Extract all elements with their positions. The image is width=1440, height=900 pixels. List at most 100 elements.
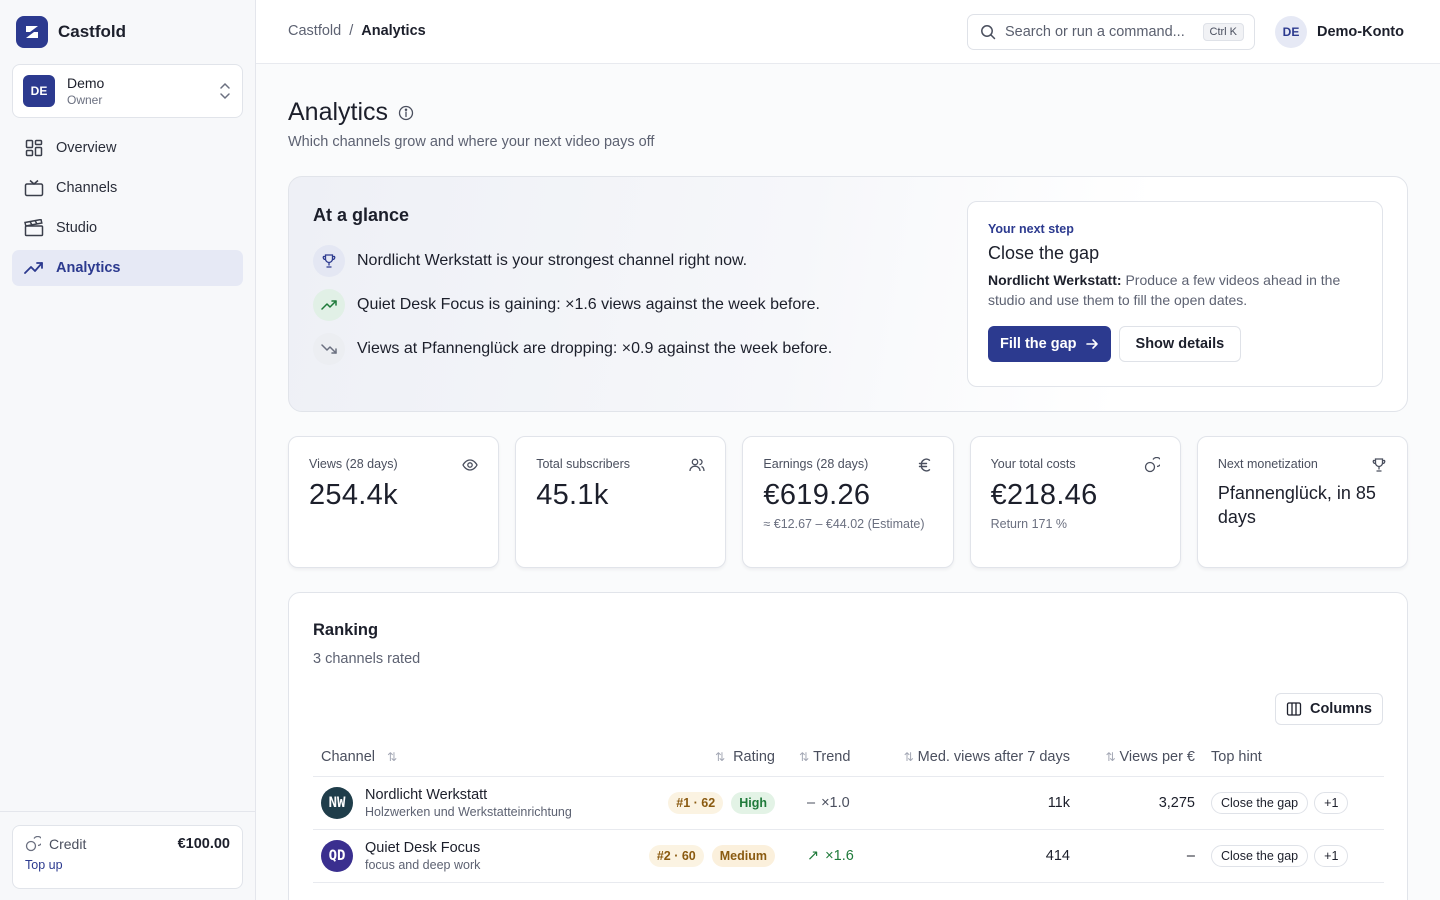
trending-down-icon [313,333,345,365]
table-row[interactable]: NW Nordlicht Werkstatt Holzwerken und We… [313,777,1384,830]
channel-avatar: NW [321,787,353,819]
search-placeholder: Search or run a command... [1005,24,1185,40]
column-header-views-per-euro[interactable]: ⇅ Views per € [1070,749,1195,765]
sidebar-item-label: Analytics [56,260,121,276]
stat-card-views: Views (28 days) 254.4k [288,436,500,568]
show-details-button[interactable]: Show details [1118,326,1242,362]
page-title-text: Analytics [288,98,389,126]
sort-icon: ⇅ [903,749,914,764]
clapperboard-icon [24,218,44,238]
glance-title: At a glance [313,205,410,225]
sidebar-item-label: Studio [56,220,98,236]
stat-card-monetization: Next monetization Pfannenglück, in 85 da… [1196,436,1409,568]
workspace-name: Demo [67,75,105,91]
more-hints-badge[interactable]: +1 [1314,845,1349,867]
tv-icon [24,178,44,198]
glance-item: Nordlicht Werkstatt is your strongest ch… [313,245,832,277]
header-label: Trend [813,748,851,765]
med-views-value: 414 [1045,848,1070,864]
breadcrumb-separator: / [349,23,354,39]
search-icon [981,25,996,40]
stat-card-subscribers: Total subscribers 45.1k [515,436,727,568]
channel-avatar: QD [321,840,353,872]
app-name: Castfold [58,22,126,41]
main-nav: Overview Channels Studio Analytics [12,130,243,290]
header-label: Channel [321,748,376,765]
sidebar-item-overview[interactable]: Overview [12,130,243,166]
credit-card: Credit €100.00 Top up [12,825,243,889]
credit-section: Credit €100.00 Top up [0,811,256,900]
column-header-channel[interactable]: Channel ⇅ [313,749,623,765]
rating-badge: Medium [711,845,775,867]
sidebar-item-label: Channels [56,180,118,196]
glance-item: Quiet Desk Focus is gaining: ×1.6 views … [313,289,832,321]
account-menu[interactable]: DE Demo-Konto [1275,16,1404,48]
trend-value: – ×1.0 [807,795,870,811]
account-name: Demo-Konto [1317,24,1404,40]
breadcrumb: Castfold / Analytics [288,23,426,39]
sidebar-item-studio[interactable]: Studio [12,210,243,246]
trophy-icon [1372,458,1386,472]
table-header: Channel ⇅ ⇅ Rating ⇅ Trend ⇅ Med. views afte… [313,737,1384,777]
chevrons-up-down-icon [220,82,230,100]
sidebar: Castfold DE Demo Owner Overview Channels… [0,0,256,900]
next-step-title: Close the gap [988,243,1100,263]
sidebar-item-analytics[interactable]: Analytics [12,250,243,286]
column-header-rating[interactable]: ⇅ Rating [623,749,775,765]
glance-item: Views at Pfannenglück are dropping: ×0.9… [313,333,832,365]
ranking-card: Ranking 3 channels rated Columns Channel… [288,592,1408,900]
header-label: Views per € [1119,748,1196,765]
columns-button[interactable]: Columns [1274,693,1383,725]
coins-icon [1144,457,1160,473]
at-a-glance-card: At a glance Nordlicht Werkstatt is your … [288,176,1408,412]
more-hints-badge[interactable]: +1 [1314,792,1349,814]
euro-icon [918,458,930,472]
header-label: Med. views after 7 days [917,748,1070,765]
credit-label: Credit [49,836,87,852]
hint-badge[interactable]: Close the gap [1211,792,1309,814]
command-search[interactable]: Search or run a command... Ctrl K [967,14,1255,50]
trophy-icon [313,245,345,277]
stat-card-earnings: Earnings (28 days) €619.26 ≈ €12.67 – €4… [742,436,954,568]
stat-label: Your total costs [990,457,1076,471]
info-icon[interactable] [398,105,414,121]
views-per-euro-value: – [1186,848,1195,864]
stat-value: 254.4k [309,479,398,511]
top-up-link[interactable]: Top up [25,858,63,872]
trend-text: ×1.6 [825,848,854,864]
glance-list: Nordlicht Werkstatt is your strongest ch… [313,245,832,377]
header-label: Top hint [1211,748,1262,765]
trend-value: ↗ ×1.6 [807,848,870,864]
column-header-med-views[interactable]: ⇅ Med. views after 7 days [870,749,1070,765]
ranking-subtitle: 3 channels rated [313,651,421,667]
workspace-switcher[interactable]: DE Demo Owner [12,64,243,118]
glance-text: Nordlicht Werkstatt is your strongest ch… [357,252,748,269]
main-content: Analytics Which channels grow and where … [256,64,1440,900]
channel-description: focus and deep work [365,858,481,872]
stat-value: Pfannenglück, in 85 days [1217,483,1376,527]
users-icon [689,458,706,472]
table-row[interactable]: QD Quiet Desk Focus focus and deep work … [313,830,1384,883]
trending-up-icon [313,289,345,321]
credit-amount: €100.00 [177,836,230,852]
stat-card-costs: Your total costs €218.46 Return 171 % [969,436,1181,568]
trend-flat-icon: – [807,795,816,811]
next-step-card: Your next step Close the gap Nordlicht W… [967,201,1383,387]
columns-label: Columns [1309,701,1372,717]
sort-icon: ⇅ [715,749,726,764]
columns-icon [1286,702,1302,716]
sort-icon: ⇅ [1105,749,1116,764]
hint-badge[interactable]: Close the gap [1211,845,1309,867]
next-step-kicker: Your next step [988,222,1074,236]
channel-name: Nordlicht Werkstatt [365,787,488,803]
stat-value: €218.46 [990,479,1098,511]
brand[interactable]: Castfold [16,16,126,48]
column-header-trend[interactable]: ⇅ Trend [775,749,870,765]
sidebar-item-channels[interactable]: Channels [12,170,243,206]
ranking-table: Channel ⇅ ⇅ Rating ⇅ Trend ⇅ Med. views afte… [313,737,1384,883]
breadcrumb-root[interactable]: Castfold [288,23,341,39]
fill-the-gap-button[interactable]: Fill the gap [988,326,1111,362]
trend-text: ×1.0 [821,795,850,811]
med-views-value: 11k [1047,795,1070,811]
channel-description: Holzwerken und Werkstatteinrichtung [365,805,572,819]
